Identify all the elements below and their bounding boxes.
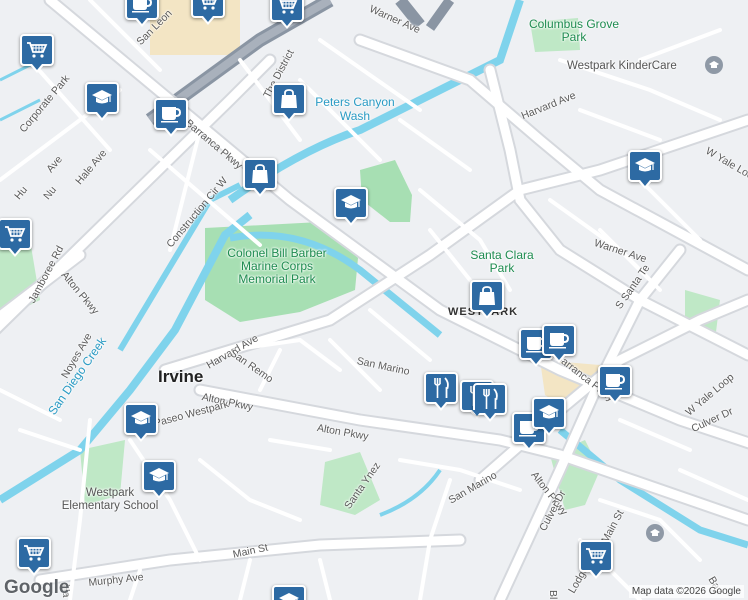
shopping-bag-icon <box>476 286 498 306</box>
map-pin-restaurant[interactable] <box>424 372 458 411</box>
map-pin-shopping-cart[interactable] <box>270 0 304 29</box>
school-icon <box>538 404 560 422</box>
school-icon <box>340 194 362 212</box>
map-pin-school[interactable] <box>142 460 176 499</box>
school-icon <box>91 89 113 107</box>
map-pin-school[interactable] <box>628 150 662 189</box>
shopping-bag-icon <box>278 89 300 109</box>
map-canvas[interactable]: Warner Ave Warner Ave Harvard Ave Harvard A… <box>0 0 748 600</box>
map-pin-school[interactable] <box>85 82 119 121</box>
map-pin-coffee-cup[interactable] <box>125 0 159 27</box>
coffee-cup-icon <box>604 372 626 390</box>
coffee-cup-icon <box>131 0 153 13</box>
kindercare-school-icon[interactable] <box>705 56 723 74</box>
map-pin-shopping-cart[interactable] <box>17 537 51 576</box>
map-pin-school[interactable] <box>272 585 306 600</box>
map-pin-coffee-cup[interactable] <box>154 98 188 137</box>
restaurant-icon <box>431 377 451 399</box>
map-pin-shopping-cart[interactable] <box>579 540 613 579</box>
school-icon <box>634 157 656 175</box>
city-label: Irvine <box>158 367 204 386</box>
map-pin-shopping-bag[interactable] <box>243 158 277 197</box>
school-landmark-icon[interactable] <box>646 524 664 542</box>
shopping-cart-icon <box>276 0 298 15</box>
shopping-cart-icon <box>4 225 26 243</box>
coffee-cup-icon <box>160 105 182 123</box>
school-icon <box>278 592 300 600</box>
shopping-cart-icon <box>23 544 45 562</box>
map-pin-shopping-cart[interactable] <box>191 0 225 25</box>
map-pin-coffee-cup[interactable] <box>542 324 576 363</box>
map-pin-shopping-bag[interactable] <box>272 83 306 122</box>
map-attribution[interactable]: Map data ©2026 Google <box>628 585 744 598</box>
map-pin-shopping-cart[interactable] <box>0 218 32 257</box>
columbus-grove-park-label: Columbus Grove Park <box>528 17 620 44</box>
google-logo: Google <box>4 577 70 598</box>
restaurant-icon <box>480 388 500 410</box>
map-pin-school[interactable] <box>532 397 566 436</box>
shopping-cart-icon <box>585 547 607 565</box>
map-pin-shopping-cart[interactable] <box>20 34 54 73</box>
coffee-cup-icon <box>548 331 570 349</box>
map-pin-shopping-bag[interactable] <box>470 280 504 319</box>
map-pin-school[interactable] <box>334 187 368 226</box>
map-pin-school[interactable] <box>124 403 158 442</box>
road-label: Bl <box>547 590 559 600</box>
map-pin-coffee-cup[interactable] <box>598 365 632 404</box>
peters-canyon-wash-label: Peters Canyon Wash <box>315 95 395 123</box>
shopping-bag-icon <box>249 164 271 184</box>
school-icon <box>148 467 170 485</box>
shopping-cart-icon <box>26 41 48 59</box>
kindercare-label: Westpark KinderCare <box>567 60 677 72</box>
school-icon <box>130 410 152 428</box>
shopping-cart-icon <box>197 0 219 11</box>
santa-clara-park-label: Santa Clara Park <box>470 248 534 275</box>
marine-corps-memorial-park-label: Colonel Bill Barber Marine Corps Memoria… <box>227 246 327 286</box>
